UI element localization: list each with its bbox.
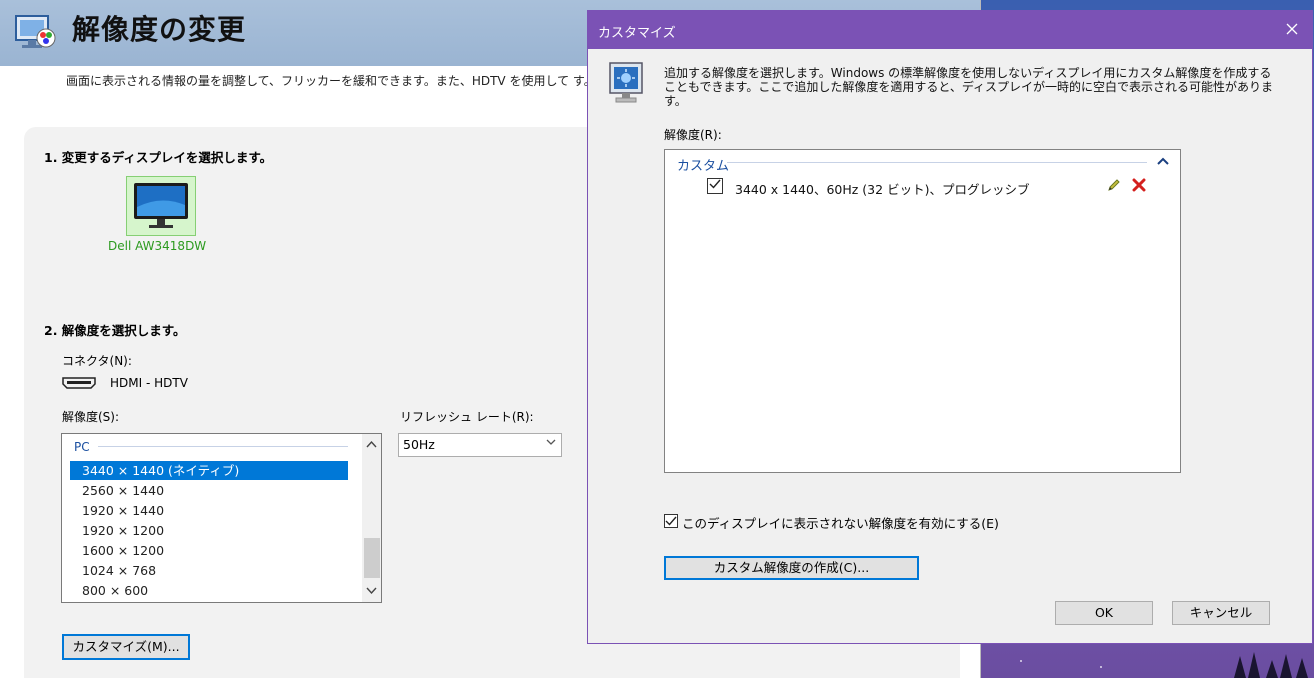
collapse-icon[interactable] xyxy=(1157,156,1169,166)
connector-label: コネクタ(N): xyxy=(62,354,132,368)
resolution-item[interactable]: 1920 × 1440 xyxy=(70,501,348,520)
refresh-rate-value: 50Hz xyxy=(403,437,435,452)
customize-button[interactable]: カスタマイズ(M)... xyxy=(62,634,190,660)
group-divider xyxy=(98,446,348,447)
checkmark-icon xyxy=(665,516,677,526)
resolution-item[interactable]: 3440 × 1440 (ネイティブ) xyxy=(70,461,348,480)
resolution-item[interactable]: 2560 × 1440 xyxy=(70,481,348,500)
resolution-item[interactable]: 1920 × 1200 xyxy=(70,521,348,540)
cancel-button[interactable]: キャンセル xyxy=(1172,601,1270,625)
close-icon[interactable] xyxy=(1282,19,1302,39)
monitor-icon xyxy=(134,183,188,228)
resolution-item[interactable]: 800 × 600 xyxy=(70,581,348,600)
custom-item-checkbox[interactable] xyxy=(707,178,723,194)
checkmark-icon xyxy=(709,179,721,189)
section-select-display: 1. 変更するディスプレイを選択します。 xyxy=(44,150,273,165)
dialog-title: カスタマイズ xyxy=(598,26,676,41)
scroll-up-icon[interactable] xyxy=(366,439,377,450)
resolution-item[interactable]: 1600 × 1200 xyxy=(70,541,348,560)
custom-resolution-item[interactable]: 3440 x 1440、60Hz (32 ビット)、プログレッシブ xyxy=(735,179,1029,198)
page-description: 画面に表示される情報の量を調整して、フリッカーを緩和できます。また、HDTV を… xyxy=(66,74,596,88)
section-select-resolution: 2. 解像度を選択します。 xyxy=(44,323,186,338)
chevron-down-icon xyxy=(546,439,556,445)
customize-dialog: カスタマイズ 追加する解像度を選択します。Windows の標準解像度を使用しな… xyxy=(587,10,1313,644)
resolution-label: 解像度(S): xyxy=(62,410,120,424)
dialog-description: 追加する解像度を選択します。Windows の標準解像度を使用しないディスプレイ… xyxy=(664,66,1274,108)
dialog-resolution-label: 解像度(R): xyxy=(664,128,722,142)
connector-value: HDMI - HDTV xyxy=(110,376,188,390)
custom-resolution-list[interactable]: カスタム 3440 x 1440、60Hz (32 ビット)、プログレッシブ xyxy=(664,149,1181,473)
monitor-screen-icon xyxy=(609,62,643,103)
create-custom-resolution-button[interactable]: カスタム解像度の作成(C)... xyxy=(664,556,919,580)
dialog-titlebar[interactable]: カスタマイズ xyxy=(588,11,1312,49)
tree-silhouette-icon xyxy=(1234,652,1308,678)
pencil-icon[interactable] xyxy=(1107,178,1121,192)
scroll-down-icon[interactable] xyxy=(366,585,377,596)
resolution-group-label: PC xyxy=(74,440,90,454)
display-name: Dell AW3418DW xyxy=(108,239,207,253)
display-settings-icon xyxy=(15,15,56,48)
page-title: 解像度の変更 xyxy=(72,13,247,46)
enable-unlisted-checkbox[interactable] xyxy=(664,514,678,528)
ok-button[interactable]: OK xyxy=(1055,601,1153,625)
delete-x-icon[interactable] xyxy=(1131,177,1147,193)
group-divider xyxy=(727,162,1147,163)
scroll-thumb[interactable] xyxy=(364,538,380,578)
resolution-item[interactable]: 1024 × 768 xyxy=(70,561,348,580)
resolution-scrollbar[interactable] xyxy=(362,434,381,602)
refresh-rate-select[interactable]: 50Hz xyxy=(398,433,562,457)
hdmi-icon xyxy=(62,377,96,389)
refresh-rate-label: リフレッシュ レート(R): xyxy=(400,410,534,424)
enable-unlisted-label[interactable]: このディスプレイに表示されない解像度を有効にする(E) xyxy=(682,513,999,532)
display-tile[interactable] xyxy=(126,176,196,236)
resolution-list[interactable]: PC 3440 × 1440 (ネイティブ) 2560 × 1440 1920 … xyxy=(61,433,382,603)
custom-group-label: カスタム xyxy=(677,159,730,174)
